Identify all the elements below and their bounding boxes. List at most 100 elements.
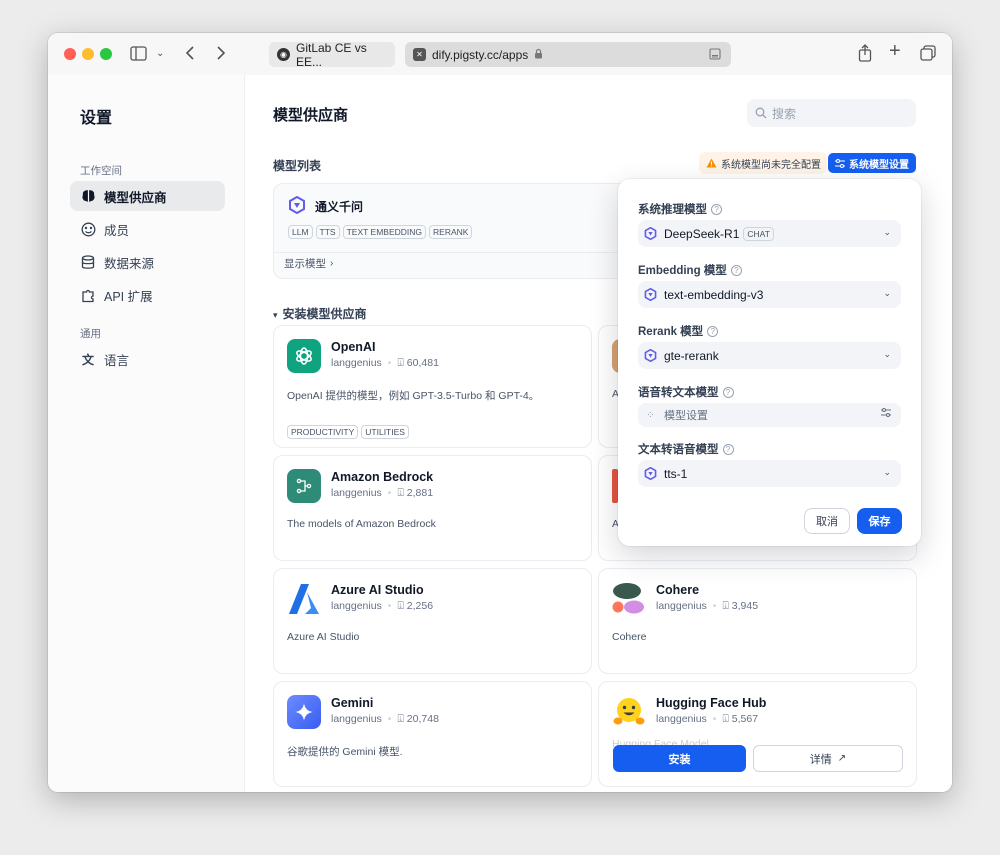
install-count: 2,881 (406, 487, 434, 499)
tongyi-logo-icon (644, 349, 657, 362)
speech-to-text-model-select[interactable]: ⁘ 模型设置 (638, 403, 901, 427)
install-count: 60,481 (406, 357, 439, 369)
install-count: 2,256 (406, 600, 434, 612)
provider-meta: langgenius • ⍗ 2,256 (331, 600, 434, 612)
gitlab-favicon-icon: ◉ (277, 48, 290, 61)
provider-author: langgenius (331, 713, 382, 725)
gemini-logo-icon (287, 695, 321, 729)
download-icon: ⍗ (397, 357, 404, 369)
settings-sliders-icon (881, 408, 891, 419)
download-icon: ⍗ (397, 600, 404, 612)
tongyi-logo-icon (288, 195, 306, 219)
sidebar-item-language[interactable]: 文 语言 (70, 344, 225, 374)
cancel-button[interactable]: 取消 (804, 508, 850, 534)
warning-icon (706, 158, 717, 168)
provider-card-cohere[interactable]: Cohere langgenius • ⍗ 3,945 Cohere (598, 568, 917, 674)
sidebar-item-label: 语言 (104, 353, 130, 368)
install-count: 20,748 (406, 713, 439, 725)
tag: RERANK (429, 225, 473, 239)
help-icon[interactable]: ? (722, 444, 734, 456)
openai-logo-icon (287, 339, 321, 373)
cohere-logo-icon (612, 582, 646, 616)
sidebar-section-workspace: 工作空间 (80, 165, 122, 177)
detail-label: 详情 (809, 753, 832, 766)
field-label-text: 文本转语音模型 (638, 444, 719, 456)
sidebar-item-model-provider[interactable]: 模型供应商 (70, 181, 225, 211)
browser-tab-gitlab[interactable]: ◉ GitLab CE vs EE... (269, 40, 395, 69)
tongyi-logo-icon (644, 227, 657, 240)
chevron-down-icon: ⌄ (883, 288, 891, 298)
tag: TTS (315, 225, 340, 239)
provider-author: langgenius (331, 357, 382, 369)
page-favicon-icon: ✕ (413, 48, 426, 61)
reasoning-model-select[interactable]: DeepSeek-R1 CHAT ⌄ (638, 220, 901, 247)
provider-card-azure-ai-studio[interactable]: Azure AI Studio langgenius • ⍗ 2,256 Azure … (273, 568, 592, 674)
provider-tags: PRODUCTIVITY UTILITIES (287, 422, 412, 440)
download-icon: ⍗ (722, 713, 729, 725)
system-model-settings-button[interactable]: 系统模型设置 (828, 153, 916, 173)
provider-meta: langgenius • ⍗ 2,881 (331, 487, 434, 499)
warning-text: 系统模型尚未完全配置 (721, 159, 821, 171)
provider-description: The models of Amazon Bedrock (287, 518, 436, 530)
selected-model: gte-rerank (664, 348, 719, 363)
help-icon[interactable]: ? (722, 387, 734, 399)
tab-title: GitLab CE vs EE... (296, 40, 367, 69)
rerank-model-select[interactable]: gte-rerank ⌄ (638, 342, 901, 369)
share-icon[interactable] (858, 44, 872, 66)
back-icon[interactable] (185, 45, 195, 65)
search-placeholder: 搜索 (772, 106, 797, 121)
chevron-right-icon: › (330, 258, 334, 269)
browser-tab-dify[interactable]: ✕ dify.pigsty.cc/apps (405, 42, 731, 67)
download-icon: ⍗ (722, 600, 729, 612)
chevron-down-icon: ⌄ (883, 227, 891, 237)
provider-meta: langgenius • ⍗ 5,567 (656, 713, 759, 725)
model-list-label: 模型列表 (273, 159, 322, 173)
system-model-warning: 系统模型尚未完全配置 (699, 152, 827, 174)
field-label-text: 语音转文本模型 (638, 387, 719, 399)
chevron-down-icon[interactable]: ⌄ (156, 46, 164, 62)
tongyi-logo-icon (644, 467, 657, 480)
provider-card-gemini[interactable]: Gemini langgenius • ⍗ 20,748 谷歌提供的 Gemini 模… (273, 681, 592, 787)
field-label-text: Embedding 模型 (638, 265, 727, 277)
provider-meta: langgenius • ⍗ 60,481 (331, 357, 439, 369)
sidebar-item-members[interactable]: 成员 (70, 214, 225, 244)
close-window-button[interactable] (64, 48, 76, 60)
provider-name: Hugging Face Hub (656, 696, 767, 710)
chevron-down-icon: ⌄ (883, 349, 891, 359)
search-input[interactable]: 搜索 (747, 99, 916, 127)
provider-card-amazon-bedrock[interactable]: Amazon Bedrock langgenius • ⍗ 2,881 The mod… (273, 455, 592, 561)
help-icon[interactable]: ? (730, 265, 742, 277)
minimize-window-button[interactable] (82, 48, 94, 60)
save-button[interactable]: 保存 (857, 508, 902, 534)
reader-icon[interactable] (709, 48, 721, 63)
configured-provider-card: 通义千问 LLM TTS TEXT EMBEDDING RERANK 显示模型 › (273, 183, 633, 279)
brain-icon (80, 188, 96, 204)
field-label-rerank: Rerank 模型? (638, 323, 719, 339)
show-models-button[interactable]: 显示模型 › (284, 256, 333, 271)
provider-meta: langgenius • ⍗ 20,748 (331, 713, 439, 725)
main-content: 模型供应商 搜索 模型列表 系统模型尚未完全配置 系统模型设置 通义千问 LLM… (245, 75, 952, 792)
install-button[interactable]: 安装 (613, 745, 746, 772)
tag: PRODUCTIVITY (287, 425, 359, 439)
sidebar-toggle-icon[interactable] (130, 46, 147, 65)
sidebar-item-data-source[interactable]: 数据来源 (70, 247, 225, 277)
forward-icon[interactable] (216, 45, 226, 65)
model-type-tag: CHAT (743, 226, 774, 241)
new-tab-icon[interactable]: + (889, 41, 901, 61)
detail-button[interactable]: 详情 ↗ (753, 745, 903, 772)
install-section-toggle[interactable]: ▾ 安装模型供应商 (273, 305, 367, 322)
text-to-speech-model-select[interactable]: tts-1 ⌄ (638, 460, 901, 487)
provider-card-openai[interactable]: OpenAI langgenius • ⍗ 60,481 OpenAI 提供的模型，例… (273, 325, 592, 448)
field-label-text-to-speech: 文本转语音模型? (638, 441, 734, 457)
sidebar-item-api-extension[interactable]: API 扩展 (70, 280, 225, 310)
help-icon[interactable]: ? (711, 204, 722, 216)
address-bar-url[interactable]: dify.pigsty.cc/apps (432, 48, 528, 62)
embedding-model-select[interactable]: text-embedding-v3 ⌄ (638, 281, 901, 308)
provider-tags: LLM TTS TEXT EMBEDDING RERANK (288, 222, 475, 240)
tab-overview-icon[interactable] (920, 45, 936, 65)
maximize-window-button[interactable] (100, 48, 112, 60)
puzzle-icon (80, 287, 96, 303)
provider-author: langgenius (656, 713, 707, 725)
tag: TEXT EMBEDDING (342, 225, 427, 239)
help-icon[interactable]: ? (707, 326, 719, 338)
